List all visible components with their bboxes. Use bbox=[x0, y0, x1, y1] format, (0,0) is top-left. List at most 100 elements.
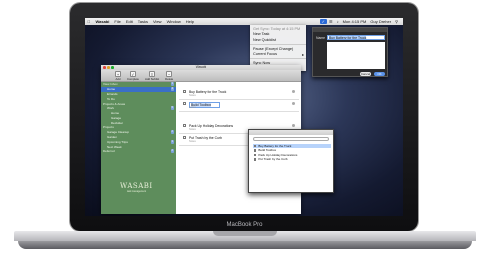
task-popup-window: Buy Battery for the Truck Build Toolbox Pa… bbox=[248, 129, 334, 193]
logo-tagline: task management bbox=[127, 190, 147, 193]
task-name[interactable]: Put Trash by the Curb bbox=[189, 136, 222, 140]
complete-button[interactable]: ✓ Complete bbox=[127, 70, 139, 81]
name-field-label: Name bbox=[316, 36, 326, 40]
sidebar-item-label: View Inbox bbox=[103, 82, 118, 87]
add-button[interactable]: + Add bbox=[115, 70, 121, 81]
task-notes[interactable]: Notes bbox=[189, 140, 196, 143]
sidebar: View Inbox 3 Home 4 Errands To Do Projects & A… bbox=[101, 82, 176, 214]
menu-app-name[interactable]: Wasabi bbox=[93, 19, 112, 24]
wasabi-status-icon[interactable]: ✓ bbox=[319, 19, 327, 24]
desktop-screen:  Wasabi File Edit Tasks View Window Hel… bbox=[85, 18, 403, 216]
popup-search-field[interactable] bbox=[253, 137, 329, 141]
sidebar-count-badge: 5 bbox=[170, 106, 174, 111]
device-label: MacBook Pro bbox=[226, 222, 263, 228]
popup-item-checkbox[interactable] bbox=[254, 158, 257, 161]
task-name-text: Pack Up Holiday Decorations bbox=[189, 123, 234, 128]
task-info-icon[interactable] bbox=[292, 102, 295, 105]
window-title: Wasabi bbox=[195, 65, 207, 69]
sidebar-count-badge: 3 bbox=[170, 82, 174, 87]
zoom-button[interactable] bbox=[111, 66, 114, 69]
macbook-photo: MacBook Pro  Wasabi File Edit Tasks Vie… bbox=[0, 0, 489, 276]
menu-current-focus[interactable]: Current Focus ▸ bbox=[250, 51, 306, 57]
task-checkbox[interactable] bbox=[183, 90, 186, 93]
menu-new-quicklist[interactable]: New Quicklist bbox=[250, 37, 306, 43]
task-name[interactable]: Buy Battery for the Truck bbox=[189, 90, 226, 94]
menu-current-focus-label: Current Focus bbox=[253, 52, 278, 57]
window-titlebar[interactable]: Wasabi bbox=[101, 65, 301, 70]
task-name-value: Buy Battery for the Truck bbox=[329, 36, 367, 40]
toolbar: + Add ✓ Complete ≡ Add Sublist − Delete bbox=[101, 70, 301, 82]
add-sublist-button[interactable]: ≡ Add Sublist bbox=[144, 70, 160, 81]
task-name-text: Put Trash by the Curb bbox=[189, 135, 222, 140]
task-checkbox[interactable] bbox=[183, 124, 186, 127]
menu-tasks[interactable]: Tasks bbox=[135, 19, 150, 24]
menu-edit[interactable]: Edit bbox=[123, 19, 135, 24]
cancel-button[interactable]: Cancel bbox=[360, 72, 371, 76]
sidebar-item-label: Next Week bbox=[107, 144, 122, 149]
menu-separator bbox=[250, 57, 306, 59]
sidebar-item-label: Declutter bbox=[111, 120, 124, 125]
task-checkbox[interactable] bbox=[183, 102, 186, 105]
wasabi-logo: WASABI bbox=[120, 182, 153, 190]
popup-item-checkbox[interactable] bbox=[254, 149, 257, 152]
laptop-notch bbox=[213, 231, 277, 236]
wifi-icon[interactable]: ☰ bbox=[327, 19, 335, 24]
popup-task-list: Buy Battery for the Truck Build Toolbox Pa… bbox=[253, 144, 331, 162]
menu-window[interactable]: Window bbox=[164, 19, 183, 24]
popup-item-checkbox[interactable] bbox=[254, 153, 257, 157]
sidebar-count-badge: 3 bbox=[170, 139, 174, 144]
delete-button[interactable]: − Delete bbox=[165, 70, 174, 81]
task-notes[interactable]: Notes bbox=[189, 128, 196, 131]
sidebar-count-badge: 4 bbox=[170, 87, 174, 92]
quick-entry-window: Name Buy Battery for the Truck Cancel OK bbox=[312, 27, 388, 77]
sidebar-item-label: Work bbox=[107, 106, 114, 111]
sidebar-count-badge: 2 bbox=[170, 149, 174, 154]
task-name-input[interactable]: Buy Battery for the Truck bbox=[327, 35, 385, 40]
task-name-text: Buy Battery for the Truck bbox=[189, 89, 227, 94]
sidebar-item-label: Garden bbox=[107, 134, 118, 139]
menu-separator bbox=[250, 43, 306, 45]
popup-list-item[interactable]: Put Trash by the Curb bbox=[253, 157, 331, 161]
sidebar-count-badge: 2 bbox=[170, 130, 174, 135]
delete-button-label: Delete bbox=[165, 76, 174, 81]
task-row[interactable]: Buy Battery for the Truck Notes bbox=[179, 88, 299, 100]
sidebar-item-label: Deferred bbox=[103, 149, 115, 154]
popup-item-label: Put Trash by the Curb bbox=[258, 157, 288, 162]
ok-button[interactable]: OK bbox=[374, 72, 385, 76]
popup-titlebar[interactable] bbox=[249, 130, 333, 135]
task-info-icon[interactable] bbox=[292, 124, 295, 127]
close-button[interactable] bbox=[103, 66, 106, 69]
task-row[interactable]: Build Toolbox Notes bbox=[179, 100, 299, 112]
menu-file[interactable]: File bbox=[112, 19, 123, 24]
menu-bar:  Wasabi File Edit Tasks View Window Hel… bbox=[85, 18, 403, 25]
submenu-arrow-icon: ▸ bbox=[302, 53, 304, 58]
add-button-label: Add bbox=[115, 76, 121, 81]
task-info-icon[interactable] bbox=[292, 90, 295, 93]
sidebar-item-label: Garage bbox=[111, 115, 122, 120]
spotlight-icon[interactable]: ⚲ bbox=[393, 19, 400, 24]
sidebar-item-label: Home bbox=[111, 111, 120, 116]
task-name[interactable]: Pack Up Holiday Decorations bbox=[189, 124, 233, 128]
sidebar-item-label: Errands bbox=[107, 91, 118, 96]
apple-icon[interactable]:  bbox=[85, 19, 93, 24]
sidebar-item-label: To Do bbox=[107, 96, 115, 101]
sidebar-item-label: Upcoming Trips bbox=[107, 139, 128, 144]
sidebar-item[interactable]: Deferred 2 bbox=[101, 149, 176, 154]
menu-help[interactable]: Help bbox=[183, 19, 196, 24]
complete-button-label: Complete bbox=[127, 76, 139, 81]
laptop-bottom bbox=[18, 241, 472, 249]
task-notes[interactable]: Notes bbox=[189, 106, 196, 109]
menu-clock[interactable]: Mon 4:15 PM bbox=[341, 19, 369, 24]
menu-extras: ✓ ☰ ♪ Mon 4:15 PM Guy Dreher ⚲ bbox=[319, 18, 400, 25]
sidebar-item-label: Projects & Areas bbox=[103, 101, 126, 106]
task-checkbox[interactable] bbox=[183, 136, 186, 139]
task-notes[interactable]: Notes bbox=[189, 94, 196, 97]
menu-view[interactable]: View bbox=[150, 19, 164, 24]
menu-user[interactable]: Guy Dreher bbox=[368, 19, 393, 24]
quick-entry-titlebar[interactable] bbox=[313, 28, 387, 32]
task-notes-field[interactable] bbox=[327, 42, 385, 69]
minimize-button[interactable] bbox=[107, 66, 110, 69]
sidebar-item-label: Garage Cleanup bbox=[107, 130, 130, 135]
add-sublist-button-label: Add Sublist bbox=[144, 76, 160, 81]
popup-item-checkbox[interactable] bbox=[254, 145, 257, 148]
